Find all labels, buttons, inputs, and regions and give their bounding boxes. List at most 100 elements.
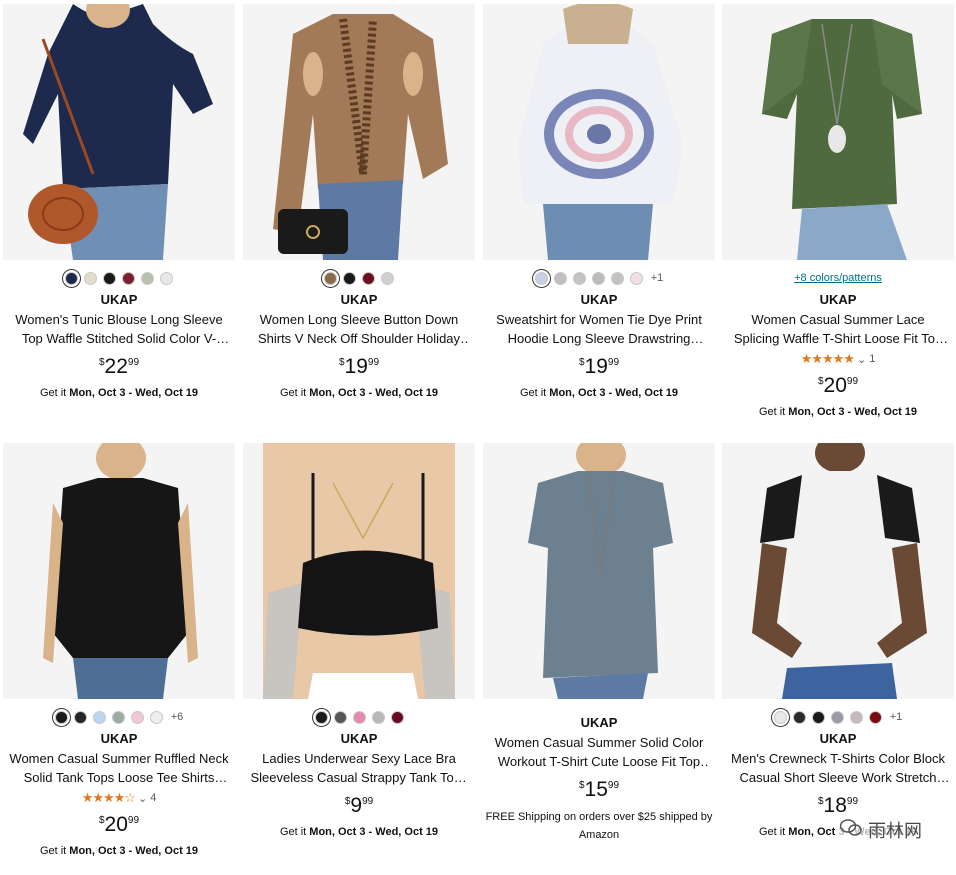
color-swatch[interactable] <box>381 271 394 285</box>
price: $ 20 99 <box>722 375 954 396</box>
color-swatch[interactable] <box>830 710 844 724</box>
rating[interactable]: ★★★★★ ⌄ 1 <box>722 351 954 367</box>
color-swatch[interactable] <box>92 710 106 724</box>
rating[interactable]: ★★★★☆ ⌄ 4 <box>3 790 235 806</box>
color-swatch[interactable] <box>122 271 135 285</box>
product-image[interactable] <box>243 443 475 699</box>
price-whole: 22 <box>104 355 128 378</box>
more-colors-link[interactable]: +8 colors/patterns <box>794 272 882 284</box>
price: $ 15 99 <box>483 779 715 800</box>
brand-name: UKAP <box>819 731 857 746</box>
brand-name: UKAP <box>100 731 138 746</box>
product-image[interactable] <box>3 4 235 260</box>
color-swatch[interactable] <box>324 271 337 285</box>
color-swatch[interactable] <box>73 710 87 724</box>
color-swatch[interactable] <box>130 710 144 724</box>
more-swatches-count[interactable]: +1 <box>890 711 903 723</box>
shipping-info: FREE Shipping on orders over $25 shipped… <box>485 811 713 841</box>
product-image[interactable] <box>483 4 715 260</box>
color-swatch[interactable] <box>160 271 173 285</box>
price-whole: 20 <box>104 813 128 836</box>
color-swatch[interactable] <box>610 271 624 285</box>
color-swatch[interactable] <box>84 271 97 285</box>
product-photo-lace-bralette <box>243 443 475 699</box>
color-swatch[interactable] <box>773 710 787 724</box>
color-swatch[interactable] <box>352 710 366 724</box>
price-fraction: 99 <box>367 357 380 368</box>
color-swatches <box>243 705 475 729</box>
product-title-link[interactable]: Men's Crewneck T-Shirts Color Block Casu… <box>728 749 948 787</box>
price-whole: 19 <box>344 355 368 378</box>
watermark: 雨林网 <box>836 815 926 845</box>
delivery-estimate: Get it Mon, Oct 3 - Wed, Oct 19 <box>3 387 235 399</box>
product-image[interactable] <box>722 4 954 260</box>
color-swatch[interactable] <box>811 710 825 724</box>
product-title-link[interactable]: Ladies Underwear Sexy Lace Bra Sleeveles… <box>249 749 469 787</box>
price: $ 20 99 <box>3 814 235 835</box>
product-image[interactable] <box>483 443 715 699</box>
color-swatch[interactable] <box>141 271 154 285</box>
color-swatch[interactable] <box>629 271 643 285</box>
delivery-dates: Mon, Oct 3 - Wed, Oct 19 <box>69 845 199 857</box>
price-fraction: 99 <box>127 815 140 826</box>
color-swatches <box>3 266 235 290</box>
more-swatches-count[interactable]: +1 <box>651 272 664 284</box>
product-photo-mens-tshirt <box>722 443 954 699</box>
price-whole: 18 <box>823 794 847 817</box>
price-fraction: 99 <box>846 796 859 807</box>
color-swatch[interactable] <box>591 271 605 285</box>
brand-name: UKAP <box>580 715 618 730</box>
color-swatch[interactable] <box>314 710 328 724</box>
color-swatch[interactable] <box>111 710 125 724</box>
color-swatch[interactable] <box>54 710 68 724</box>
brand-name: UKAP <box>340 731 378 746</box>
product-title-link[interactable]: Women Casual Summer Lace Splicing Waffle… <box>728 310 948 348</box>
product-card: UKAP Ladies Underwear Sexy Lace Bra Slee… <box>243 443 475 838</box>
product-grid: UKAP Women's Tunic Blouse Long Sleeve To… <box>0 0 956 875</box>
delivery-dates: Mon, Oct 3 - Wed, Oct 19 <box>309 387 439 399</box>
product-title-link[interactable]: Women's Tunic Blouse Long Sleeve Top Waf… <box>9 310 229 348</box>
product-card: +6 UKAP Women Casual Summer Ruffled Neck… <box>3 443 235 857</box>
color-swatch[interactable] <box>849 710 863 724</box>
delivery-prefix: Get it <box>758 406 789 418</box>
product-title-link[interactable]: Sweatshirt for Women Tie Dye Print Hoodi… <box>489 310 709 348</box>
delivery-dates: Mon, Oct 3 - Wed, Oct 19 <box>69 387 199 399</box>
delivery-prefix: Get it <box>279 826 310 838</box>
delivery-estimate: Get it Mon, Oct 3 - Wed, Oct 19 <box>722 406 954 418</box>
product-card: UKAP Women Long Sleeve Button Down Shirt… <box>243 4 475 399</box>
product-photo-blouse <box>3 4 235 260</box>
color-swatch[interactable] <box>792 710 806 724</box>
brand-name: UKAP <box>100 292 138 307</box>
product-image[interactable] <box>3 443 235 699</box>
color-swatch[interactable] <box>868 710 882 724</box>
product-image[interactable] <box>722 443 954 699</box>
color-swatch[interactable] <box>534 271 548 285</box>
product-photo-workout-tshirt <box>483 443 715 699</box>
price: $ 18 99 <box>722 795 954 816</box>
price: $ 19 99 <box>483 356 715 377</box>
color-swatches: +1 <box>483 266 715 290</box>
color-swatch[interactable] <box>553 271 567 285</box>
product-title-link[interactable]: Women Casual Summer Solid Color Workout … <box>489 733 709 771</box>
delivery-prefix: Get it <box>279 387 310 399</box>
delivery-estimate: Get it Mon, Oct 3 - Wed, Oct 19 <box>483 387 715 399</box>
color-swatch[interactable] <box>362 271 375 285</box>
more-swatches-count[interactable]: +6 <box>171 711 184 723</box>
color-swatch[interactable] <box>149 710 163 724</box>
product-image[interactable] <box>243 4 475 260</box>
delivery-prefix: Get it <box>519 387 550 399</box>
color-swatch[interactable] <box>333 710 347 724</box>
color-swatch[interactable] <box>343 271 356 285</box>
product-card: +8 colors/patterns UKAP Women Casual Sum… <box>722 4 954 418</box>
product-title-link[interactable]: Women Long Sleeve Button Down Shirts V N… <box>249 310 469 348</box>
product-title-link[interactable]: Women Casual Summer Ruffled Neck Solid T… <box>9 749 229 787</box>
color-swatch[interactable] <box>103 271 116 285</box>
price-fraction: 99 <box>607 357 620 368</box>
color-swatch[interactable] <box>371 710 385 724</box>
rating-count: 1 <box>869 353 876 365</box>
color-swatch[interactable] <box>390 710 404 724</box>
price: $ 9 99 <box>243 795 475 816</box>
price-whole: 15 <box>584 778 608 801</box>
color-swatch[interactable] <box>572 271 586 285</box>
color-swatch[interactable] <box>65 271 78 285</box>
